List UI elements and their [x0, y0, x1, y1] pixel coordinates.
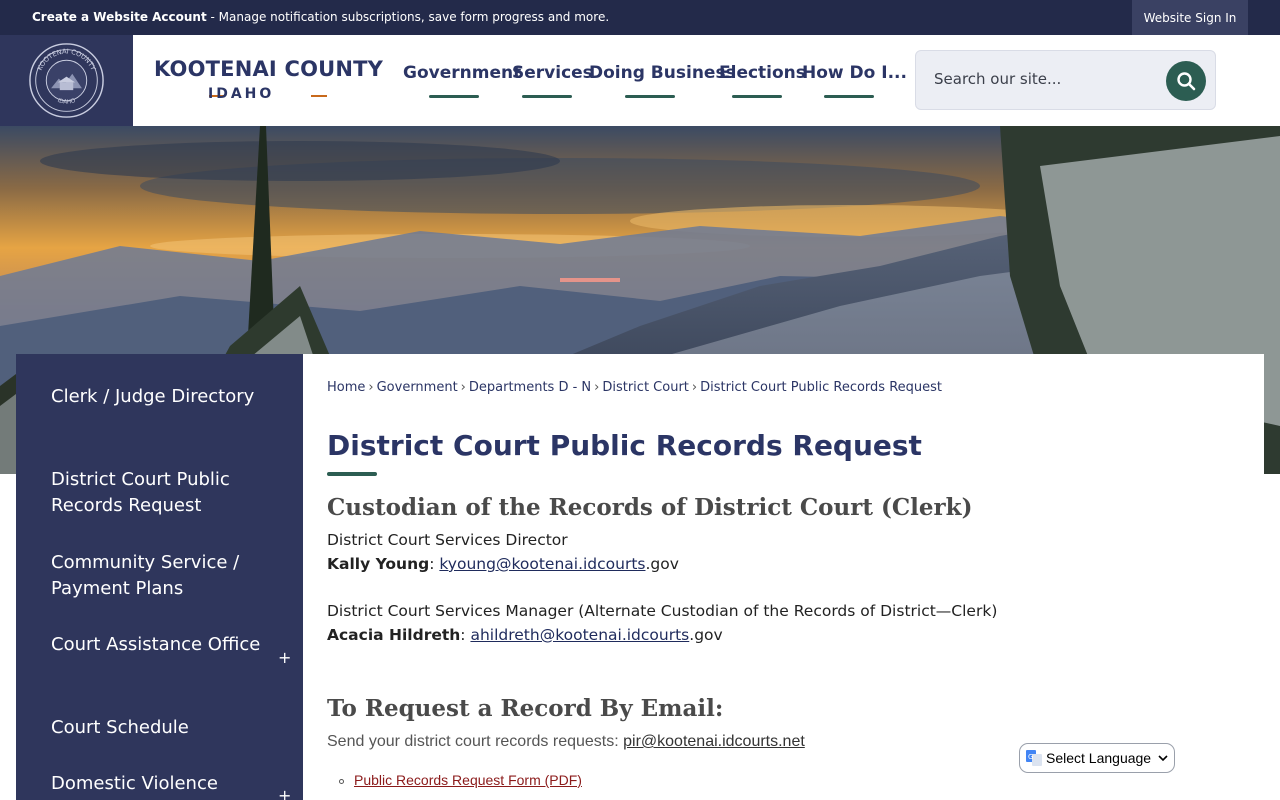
- language-select-label: Select Language: [1046, 750, 1152, 766]
- search-icon: [1177, 72, 1196, 91]
- bullet-icon: [339, 778, 344, 784]
- sidebar-item-community-service[interactable]: Community Service / Payment Plans: [51, 550, 271, 602]
- list-item: Public Records Request Form (PDF): [339, 772, 582, 788]
- breadcrumb-separator: ›: [691, 380, 698, 395]
- director-email-suffix: .gov: [645, 555, 679, 573]
- director-email-link[interactable]: kyoung@kootenai.idcourts: [439, 555, 645, 573]
- nav-how-do-i[interactable]: How Do I...: [802, 63, 907, 83]
- county-seal-icon: KOOTENAI COUNTY IDAHO: [29, 43, 104, 118]
- main-content: Home › Government › Departments D - N › Distri…: [303, 354, 1264, 800]
- google-translate-icon: G: [1026, 750, 1042, 766]
- manager-email-link[interactable]: ahildreth@kootenai.idcourts: [470, 626, 689, 644]
- email-request-intro: Send your district court records request…: [327, 733, 624, 750]
- sidebar-item-court-schedule[interactable]: Court Schedule: [51, 715, 271, 741]
- director-role: District Court Services Director: [327, 531, 568, 549]
- breadcrumb-government[interactable]: Government: [377, 380, 458, 395]
- sidebar-item-domestic-violence[interactable]: Domestic Violence: [51, 771, 271, 797]
- expand-domestic-violence-icon[interactable]: +: [278, 786, 291, 800]
- create-account-label[interactable]: Create a Website Account: [32, 10, 207, 24]
- manager-name: Acacia Hildreth: [327, 626, 461, 644]
- sidebar-item-public-records-request[interactable]: District Court Public Records Request: [51, 467, 271, 519]
- breadcrumb: Home › Government › Departments D - N › Distri…: [327, 380, 942, 395]
- breadcrumb-home[interactable]: Home: [327, 380, 365, 395]
- public-records-form-pdf-link[interactable]: Public Records Request Form (PDF): [354, 772, 582, 788]
- sidebar-item-court-assistance-office[interactable]: Court Assistance Office: [51, 632, 271, 658]
- svg-text:G: G: [1028, 753, 1033, 761]
- nav-elections-underline: [732, 95, 782, 98]
- email-request-text: Send your district court records request…: [327, 733, 805, 751]
- chevron-down-icon: [1158, 755, 1168, 762]
- manager-email-suffix: .gov: [689, 626, 723, 644]
- site-header: KOOTENAI COUNTY IDAHO KOOTENAI COUNTY ID…: [0, 35, 1280, 126]
- nav-services-underline: [522, 95, 572, 98]
- manager-role: District Court Services Manager (Alterna…: [327, 602, 998, 620]
- logo-title: KOOTENAI COUNTY: [154, 57, 384, 81]
- logo-divider-right: [311, 95, 327, 97]
- county-seal-link[interactable]: KOOTENAI COUNTY IDAHO: [0, 35, 133, 126]
- breadcrumb-departments[interactable]: Departments D - N: [469, 380, 591, 395]
- breadcrumb-separator: ›: [594, 380, 600, 395]
- email-request-heading: To Request a Record By Email:: [327, 695, 724, 722]
- nav-government[interactable]: Government: [403, 63, 521, 83]
- sidebar-nav: Clerk / Judge Directory District Court P…: [16, 354, 303, 800]
- nav-government-underline: [429, 95, 479, 98]
- director-contact: Kally Young: kyoung@kootenai.idcourts.go…: [327, 555, 679, 573]
- logo-subtitle: IDAHO: [208, 86, 275, 102]
- create-account-description: - Manage notification subscriptions, sav…: [206, 10, 610, 24]
- breadcrumb-separator: ›: [368, 380, 374, 395]
- breadcrumb-current: District Court Public Records Request: [700, 380, 942, 395]
- breadcrumb-district-court[interactable]: District Court: [602, 380, 689, 395]
- nav-how-do-i-underline: [824, 95, 874, 98]
- page-title: District Court Public Records Request: [327, 429, 922, 462]
- website-sign-in-button[interactable]: Website Sign In: [1132, 0, 1248, 35]
- sidebar-item-clerk-judge-directory[interactable]: Clerk / Judge Directory: [51, 384, 271, 410]
- breadcrumb-separator: ›: [460, 380, 466, 395]
- nav-doing-business[interactable]: Doing Business: [589, 63, 736, 83]
- director-name: Kally Young: [327, 555, 430, 573]
- search-box: [915, 50, 1216, 110]
- custodian-heading: Custodian of the Records of District Cou…: [327, 494, 973, 521]
- nav-services[interactable]: Services: [512, 63, 593, 83]
- nav-doing-business-underline: [625, 95, 675, 98]
- expand-court-assistance-icon[interactable]: +: [278, 648, 291, 667]
- search-input[interactable]: [934, 70, 1154, 88]
- title-underline: [327, 472, 377, 476]
- records-email-link[interactable]: pir@kootenai.idcourts.net: [623, 733, 805, 750]
- create-account-link[interactable]: Create a Website Account - Manage notifi…: [32, 10, 609, 24]
- top-utility-bar: Create a Website Account - Manage notifi…: [0, 0, 1280, 35]
- nav-elections[interactable]: Elections: [719, 63, 806, 83]
- search-button[interactable]: [1166, 61, 1206, 101]
- language-select[interactable]: G Select Language: [1019, 743, 1175, 773]
- manager-contact: Acacia Hildreth: ahildreth@kootenai.idco…: [327, 626, 723, 644]
